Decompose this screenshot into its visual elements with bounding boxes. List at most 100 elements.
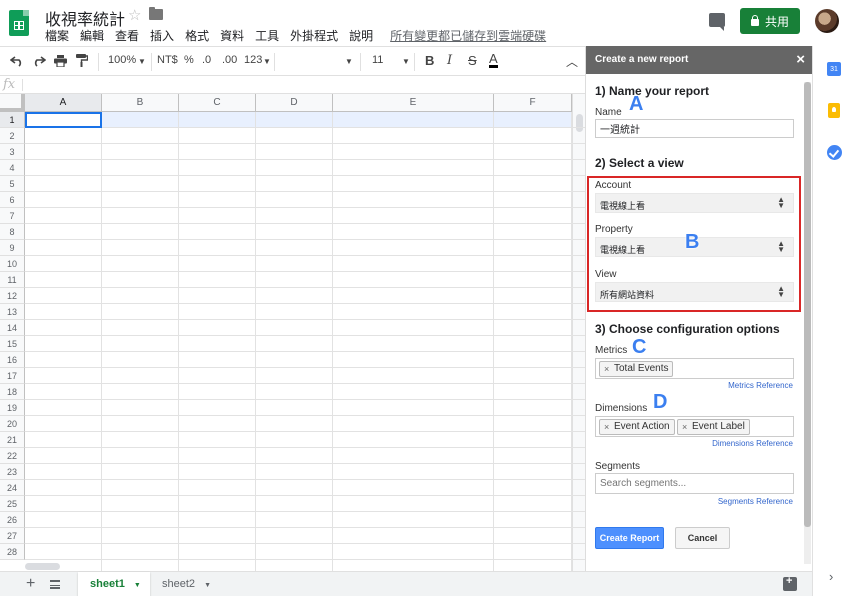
collapse-toolbar-icon[interactable]: ︿ — [566, 53, 578, 70]
row-header-4[interactable]: 4 — [0, 160, 25, 176]
row-header-25[interactable]: 25 — [0, 496, 25, 512]
close-icon[interactable]: × — [796, 51, 805, 68]
menu-data[interactable]: 資料 — [220, 27, 244, 44]
column-header-d[interactable]: D — [256, 94, 333, 112]
row-header-9[interactable]: 9 — [0, 240, 25, 256]
column-header-b[interactable]: B — [102, 94, 179, 112]
decrease-decimal-button[interactable]: .0 — [202, 54, 211, 66]
row-header-18[interactable]: 18 — [0, 384, 25, 400]
folder-icon[interactable] — [149, 7, 163, 20]
row-header-10[interactable]: 10 — [0, 256, 25, 272]
metrics-reference-link[interactable]: Metrics Reference — [728, 381, 793, 390]
menu-edit[interactable]: 編輯 — [80, 27, 104, 44]
row-header-1[interactable]: 1 — [0, 112, 25, 128]
selected-cell-a1[interactable] — [25, 112, 102, 128]
row-header-27[interactable]: 27 — [0, 528, 25, 544]
increase-decimal-button[interactable]: .00 — [222, 54, 237, 66]
font-size-select[interactable]: 11 — [372, 54, 383, 66]
row-header-19[interactable]: 19 — [0, 400, 25, 416]
text-color-button[interactable]: A — [489, 52, 498, 68]
dimension-chip[interactable]: × Event Action — [599, 419, 675, 435]
chevron-down-icon[interactable]: ▼ — [263, 57, 271, 66]
add-sheet-button[interactable]: + — [26, 575, 35, 593]
row-header-26[interactable]: 26 — [0, 512, 25, 528]
row-header-12[interactable]: 12 — [0, 288, 25, 304]
print-icon[interactable] — [54, 55, 67, 67]
remove-chip-icon[interactable]: × — [604, 420, 609, 434]
avatar[interactable] — [815, 9, 839, 33]
row-header-8[interactable]: 8 — [0, 224, 25, 240]
chevron-down-icon[interactable]: ▼ — [204, 582, 211, 589]
horizontal-scrollbar[interactable] — [25, 563, 572, 571]
row-header-16[interactable]: 16 — [0, 352, 25, 368]
currency-format-button[interactable]: NT$ — [157, 54, 178, 66]
redo-icon[interactable] — [32, 55, 46, 67]
row-header-11[interactable]: 11 — [0, 272, 25, 288]
row-header-2[interactable]: 2 — [0, 128, 25, 144]
segments-search-input[interactable] — [595, 473, 794, 494]
vertical-scrollbar[interactable] — [572, 94, 585, 571]
metrics-field[interactable]: × Total Events — [595, 358, 794, 379]
column-header-a[interactable]: A — [25, 94, 102, 112]
keep-icon[interactable] — [828, 103, 840, 118]
chevron-down-icon[interactable]: ▼ — [134, 582, 141, 589]
column-header-c[interactable]: C — [179, 94, 256, 112]
explore-icon[interactable] — [783, 575, 797, 591]
menu-file[interactable]: 檔案 — [45, 27, 69, 44]
metric-chip[interactable]: × Total Events — [599, 361, 674, 377]
row-header-6[interactable]: 6 — [0, 192, 25, 208]
paint-format-icon[interactable] — [76, 54, 88, 67]
number-format-button[interactable]: 123 — [244, 54, 262, 66]
row-header-7[interactable]: 7 — [0, 208, 25, 224]
row-header-5[interactable]: 5 — [0, 176, 25, 192]
italic-button[interactable]: I — [447, 53, 452, 68]
row-header-15[interactable]: 15 — [0, 336, 25, 352]
view-select[interactable]: 所有網站資料 ▲ ▼ — [595, 282, 794, 302]
segments-reference-link[interactable]: Segments Reference — [718, 497, 793, 506]
saved-status[interactable]: 所有變更都已儲存到雲端硬碟 — [390, 27, 546, 44]
row-header-17[interactable]: 17 — [0, 368, 25, 384]
dimension-chip[interactable]: × Event Label — [677, 419, 750, 435]
tasks-icon[interactable] — [827, 145, 842, 160]
spreadsheet-grid[interactable]: A B C D E F 1 2 3 4 5 6 7 8 9 10 11 12 13 14 15 16 17 18 19 20 21 2… — [0, 94, 585, 571]
scroll-thumb[interactable] — [576, 114, 583, 132]
bold-button[interactable]: B — [425, 53, 434, 68]
cancel-button[interactable]: Cancel — [675, 527, 730, 549]
row-header-20[interactable]: 20 — [0, 416, 25, 432]
menu-help[interactable]: 說明 — [349, 27, 373, 44]
row-header-14[interactable]: 14 — [0, 320, 25, 336]
scroll-thumb[interactable] — [804, 82, 811, 527]
sheet-tab-sheet2[interactable]: sheet2 ▼ — [150, 572, 222, 596]
percent-format-button[interactable]: % — [184, 54, 194, 66]
row-header-24[interactable]: 24 — [0, 480, 25, 496]
row-header-28[interactable]: 28 — [0, 544, 25, 560]
menu-view[interactable]: 查看 — [115, 27, 139, 44]
dimensions-field[interactable]: × Event Action × Event Label — [595, 416, 794, 437]
chevron-down-icon[interactable]: ▼ — [402, 57, 410, 66]
column-header-e[interactable]: E — [333, 94, 494, 112]
dimensions-reference-link[interactable]: Dimensions Reference — [712, 439, 793, 448]
zoom-select[interactable]: 100% — [108, 54, 136, 66]
strikethrough-button[interactable]: S — [468, 53, 477, 68]
star-icon[interactable]: ☆ — [128, 6, 141, 24]
chevron-down-icon[interactable]: ▼ — [138, 57, 146, 66]
create-report-button[interactable]: Create Report — [595, 527, 664, 549]
comment-icon[interactable] — [709, 13, 725, 31]
sheet-tab-sheet1[interactable]: sheet1 ▼ — [78, 572, 150, 596]
report-name-input[interactable] — [595, 119, 794, 138]
menu-format[interactable]: 格式 — [185, 27, 209, 44]
row-header-22[interactable]: 22 — [0, 448, 25, 464]
menu-addons[interactable]: 外掛程式 — [290, 27, 338, 44]
remove-chip-icon[interactable]: × — [604, 362, 609, 376]
scroll-thumb[interactable] — [25, 563, 60, 570]
row-header-23[interactable]: 23 — [0, 464, 25, 480]
row-header-13[interactable]: 13 — [0, 304, 25, 320]
remove-chip-icon[interactable]: × — [682, 420, 687, 434]
row-header-3[interactable]: 3 — [0, 144, 25, 160]
calendar-icon[interactable]: 31 — [827, 62, 841, 76]
all-sheets-button[interactable] — [50, 580, 60, 589]
account-select[interactable]: 電視線上看 ▲ ▼ — [595, 193, 794, 213]
undo-icon[interactable] — [10, 55, 24, 67]
font-family-select[interactable]: ▼ — [345, 57, 353, 66]
panel-scrollbar[interactable] — [804, 82, 811, 564]
